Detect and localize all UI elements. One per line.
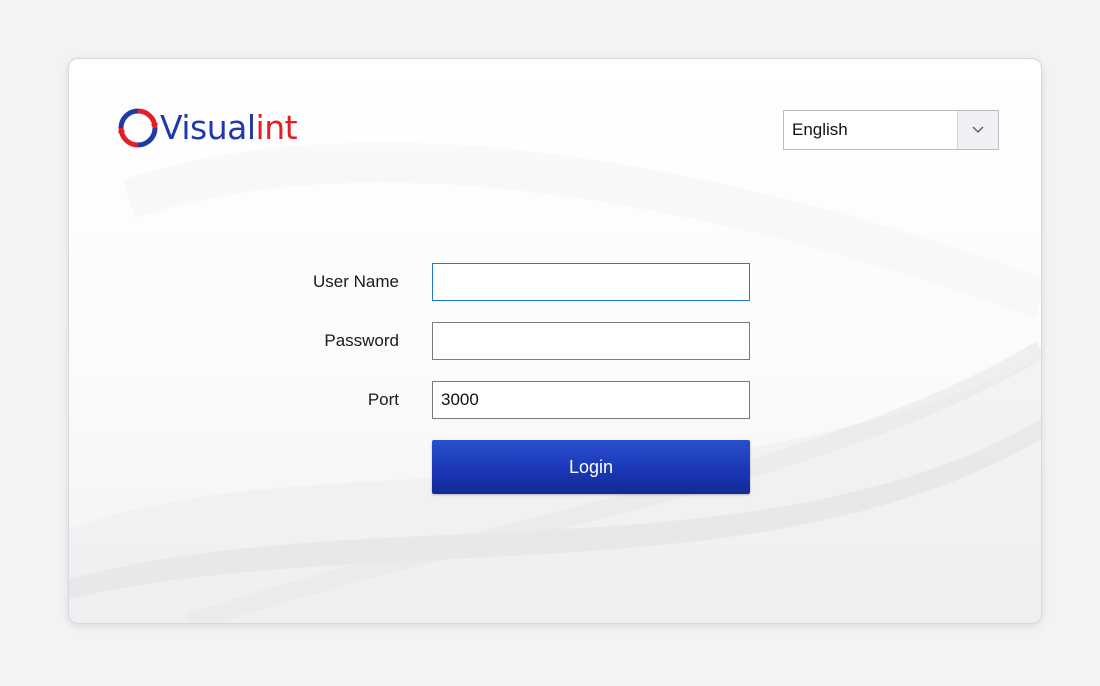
language-dropdown-button[interactable] — [957, 111, 998, 149]
login-panel: Visualint English User Name Password Por… — [68, 58, 1042, 624]
brand-logo: Visualint — [117, 106, 298, 150]
language-select[interactable]: English — [783, 110, 999, 150]
username-row: User Name — [69, 263, 1041, 301]
brand-name-part2: int — [255, 108, 298, 147]
port-label: Port — [367, 390, 399, 409]
password-input[interactable] — [432, 322, 750, 360]
port-row: Port — [69, 381, 1041, 419]
ring-arrows-icon — [118, 108, 158, 148]
login-button[interactable]: Login — [432, 440, 750, 494]
port-input[interactable] — [432, 381, 750, 419]
chevron-down-icon — [972, 126, 984, 133]
password-label: Password — [324, 331, 399, 350]
username-input[interactable] — [432, 263, 750, 301]
username-label: User Name — [313, 272, 399, 291]
brand-name: Visualint — [160, 106, 298, 150]
brand-name-part1: Visual — [160, 108, 256, 147]
password-row: Password — [69, 322, 1041, 360]
language-select-value: English — [792, 120, 848, 139]
